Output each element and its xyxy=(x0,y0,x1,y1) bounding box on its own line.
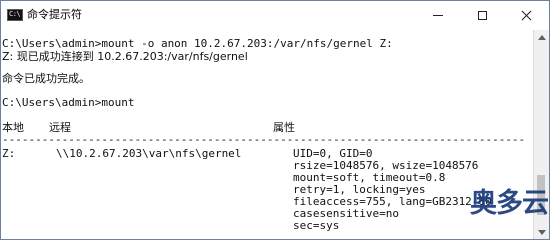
close-button[interactable] xyxy=(504,1,549,30)
maximize-icon xyxy=(478,11,487,20)
mount-attribute-line: sec=sys xyxy=(293,219,340,232)
table-separator: ----------------------------------------… xyxy=(2,133,526,146)
minimize-button[interactable] xyxy=(415,1,460,30)
mount-local-drive: Z: xyxy=(2,147,16,160)
console-line-command-mount-anon: C:\Users\admin>mount -o anon 10.2.67.203… xyxy=(2,37,393,50)
command-prompt-icon: C:\ xyxy=(7,9,23,21)
maximize-button[interactable] xyxy=(460,1,505,30)
window-title: 命令提示符 xyxy=(27,8,82,21)
scroll-down-button[interactable] xyxy=(534,225,549,239)
watermark-logo: 奥多云 xyxy=(470,188,549,219)
console-line-command-mount: C:\Users\admin>mount xyxy=(2,96,135,109)
title-bar[interactable]: C:\ 命令提示符 xyxy=(1,1,549,30)
close-icon xyxy=(521,10,532,21)
command-prompt-icon-text: C:\ xyxy=(9,10,21,18)
console-line-connected: Z: 现已成功连接到 10.2.67.203:/var/nfs/gernel xyxy=(2,50,248,63)
command-prompt-window: C:\ 命令提示符 C:\Users\admin>mount -o anon 1… xyxy=(0,0,550,240)
console-line-success: 命令已成功完成。 xyxy=(2,72,90,85)
mount-remote-path: \\10.2.67.203\var\nfs\gernel xyxy=(56,147,242,160)
scroll-down-icon xyxy=(537,229,546,235)
scroll-up-icon xyxy=(537,34,546,40)
scroll-up-button[interactable] xyxy=(534,30,549,44)
minimize-icon xyxy=(432,15,443,16)
